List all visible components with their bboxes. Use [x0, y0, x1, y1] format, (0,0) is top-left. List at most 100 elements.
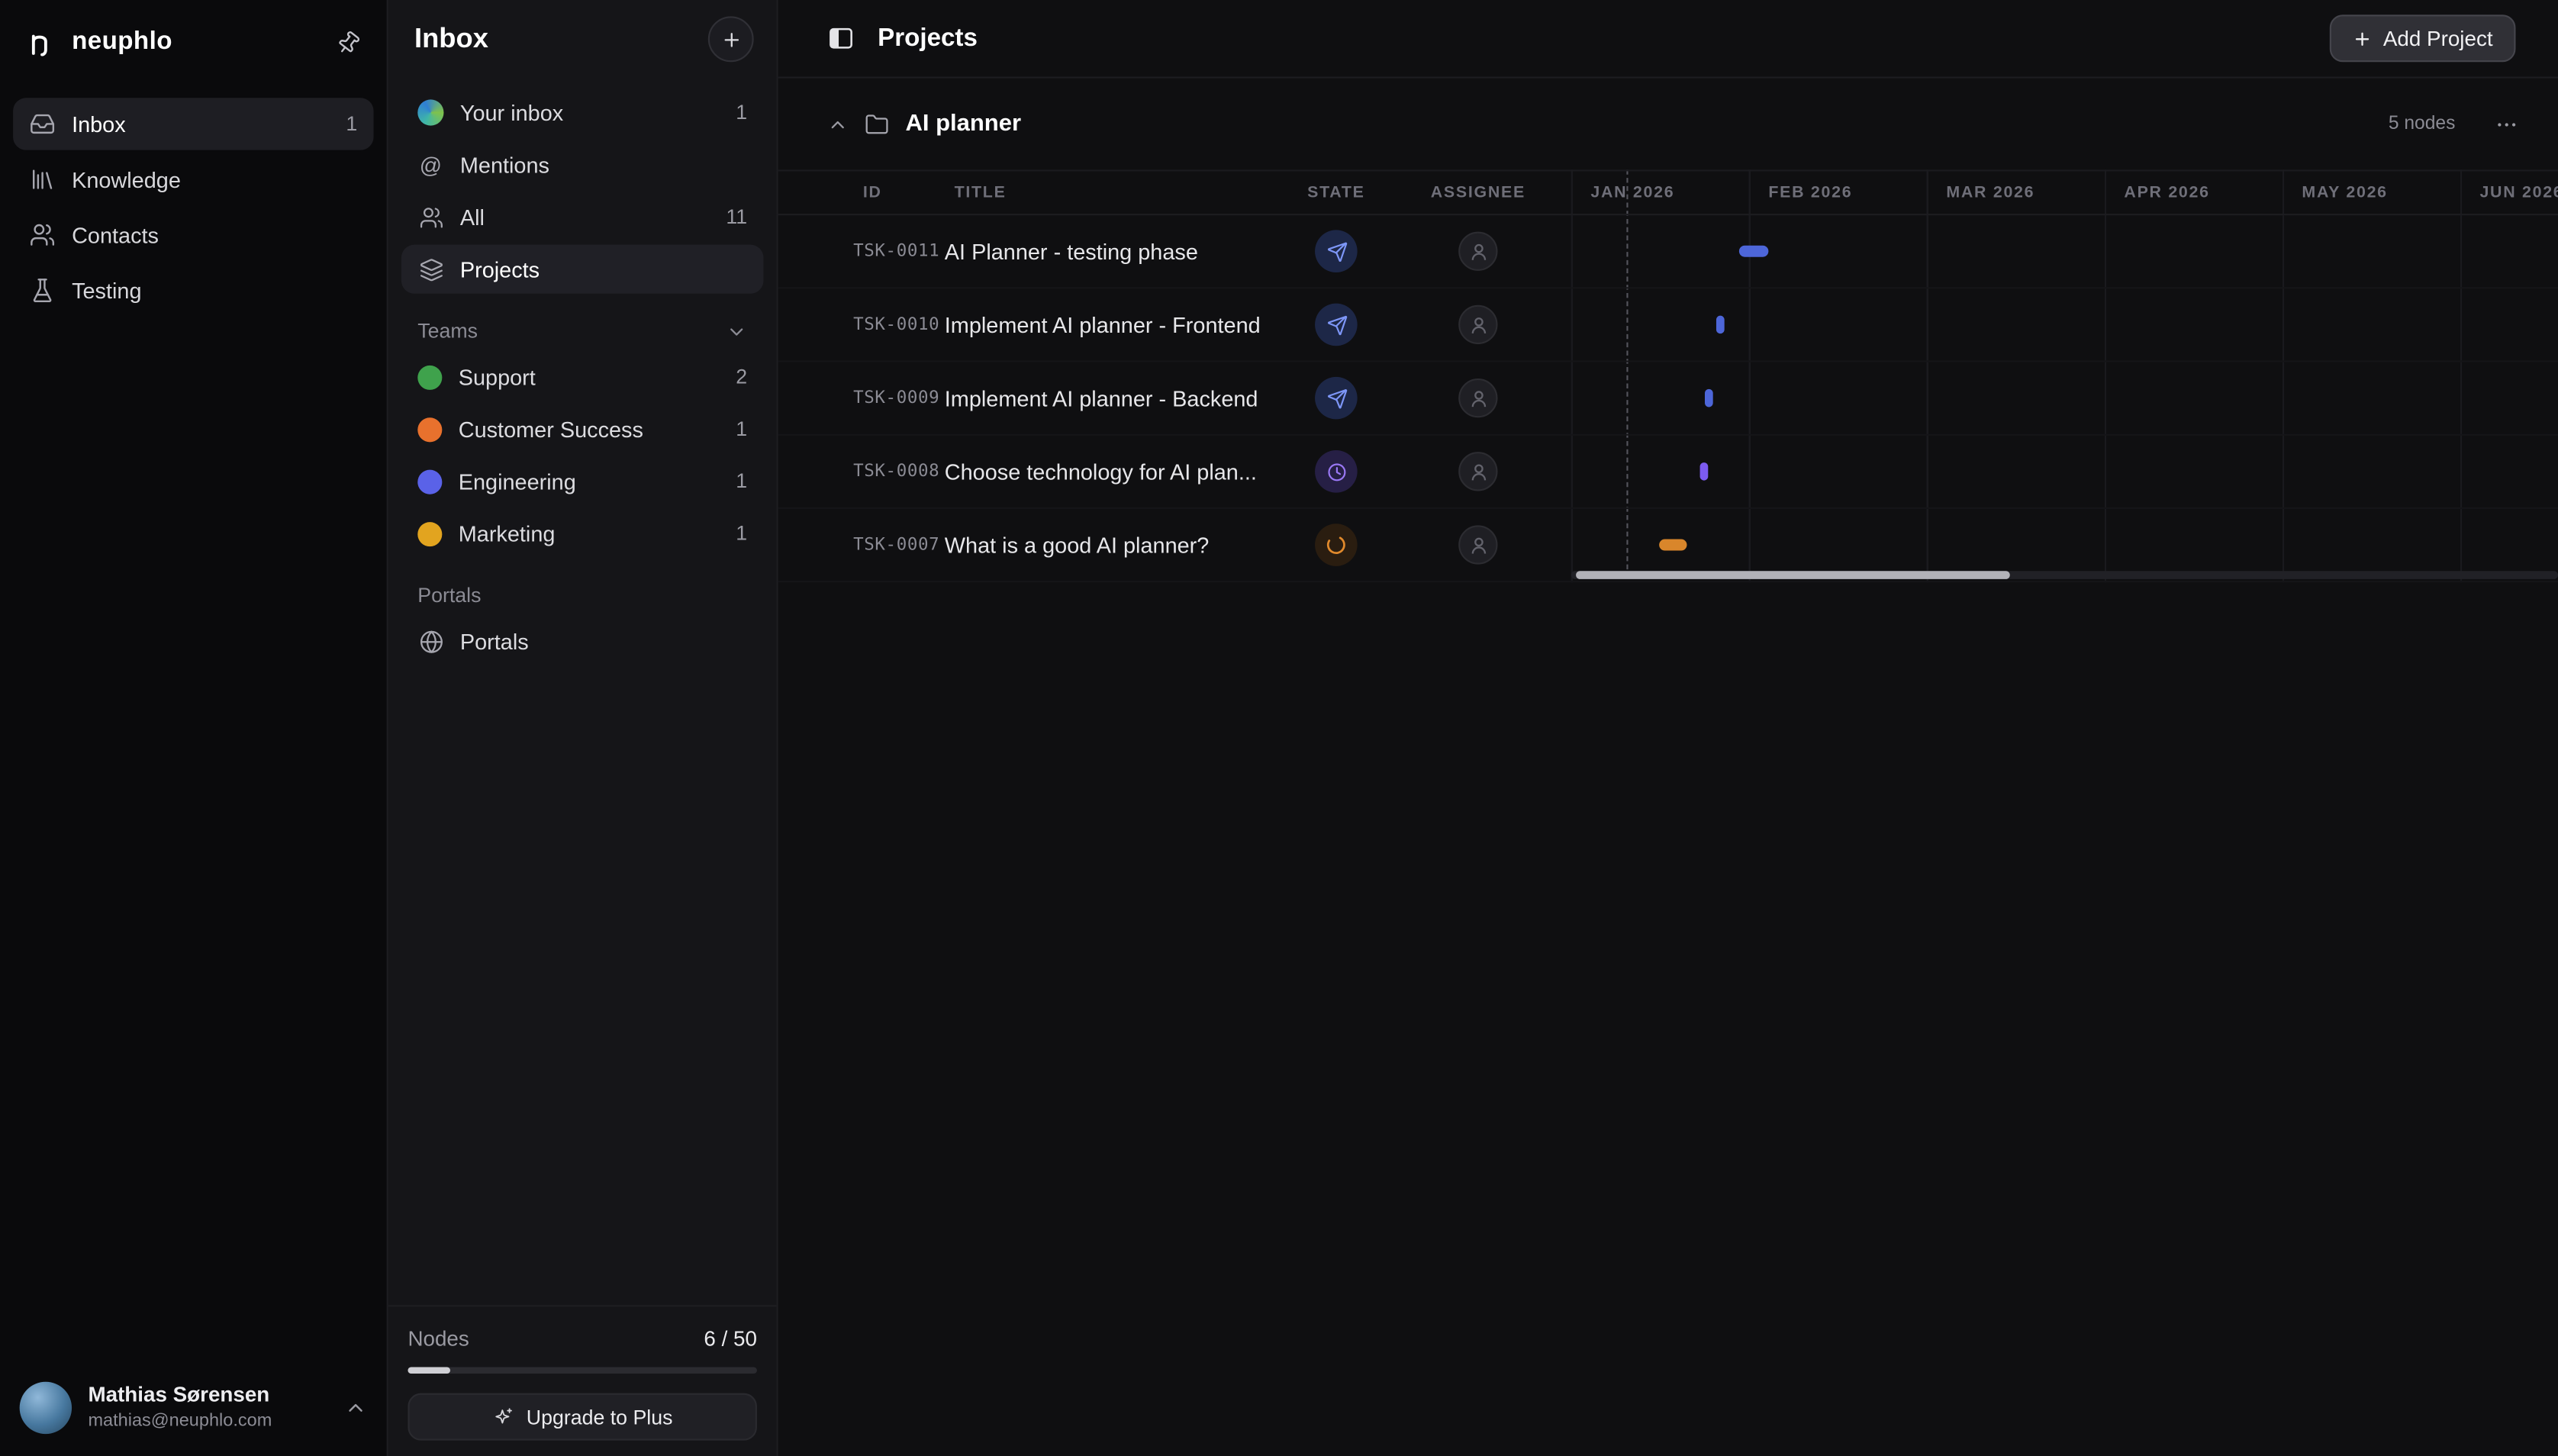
- layers-icon: [417, 256, 443, 282]
- primary-sidebar: neuphlo Inbox 1 Knowledge Contacts Testi…: [0, 0, 387, 1456]
- project-group-name: AI planner: [905, 111, 1022, 137]
- team-color-dot: [417, 521, 443, 546]
- nav-item-label: Knowledge: [72, 167, 181, 192]
- teams-section-header[interactable]: Teams: [388, 294, 777, 353]
- panel-item-your-inbox[interactable]: Your inbox 1: [401, 88, 764, 137]
- inbox-panel: Inbox Your inbox 1 @ Mentions All 11 Pro…: [386, 0, 778, 1456]
- column-header-id: ID: [862, 183, 882, 202]
- task-title: AI Planner - testing phase: [944, 239, 1198, 264]
- collapse-chevron-icon[interactable]: [827, 114, 849, 135]
- add-button[interactable]: [707, 16, 754, 63]
- at-sign-icon: @: [419, 152, 443, 177]
- gantt-bar[interactable]: [1738, 245, 1769, 257]
- team-item-marketing[interactable]: Marketing 1: [401, 509, 764, 558]
- nav-item-contacts[interactable]: Contacts: [13, 209, 373, 261]
- assignee-avatar[interactable]: [1458, 378, 1498, 418]
- table-row[interactable]: TSK-0009 Implement AI planner - Backend: [778, 362, 2558, 436]
- upgrade-button[interactable]: Upgrade to Plus: [408, 1393, 757, 1441]
- state-scheduled-icon[interactable]: [1315, 450, 1358, 493]
- nav-item-label: Contacts: [72, 222, 159, 247]
- timeline-cell: [1571, 436, 2558, 507]
- month-label: MAR 2026: [1946, 183, 2035, 202]
- team-item-engineering[interactable]: Engineering 1: [401, 457, 764, 506]
- task-id: TSK-0008: [853, 461, 940, 482]
- pin-sidebar-icon[interactable]: [331, 25, 366, 60]
- month-label: JAN 2026: [1590, 183, 1675, 202]
- inbox-icon: [29, 111, 55, 137]
- state-in-progress-icon[interactable]: [1315, 523, 1358, 566]
- table-row[interactable]: TSK-0011 AI Planner - testing phase: [778, 215, 2558, 289]
- users-icon: [417, 204, 443, 230]
- nav-item-badge: 1: [346, 112, 358, 136]
- user-footer[interactable]: Mathias Sørensen mathias@neuphlo.com: [0, 1365, 387, 1456]
- h-scrollbar-track[interactable]: [1571, 571, 2558, 579]
- more-options-icon[interactable]: [2495, 111, 2519, 136]
- gantt-bar[interactable]: [1659, 539, 1687, 551]
- nav-item-label: Testing: [72, 278, 142, 303]
- sidebar-toggle-icon[interactable]: [827, 24, 855, 52]
- contacts-icon: [29, 222, 55, 248]
- folder-icon: [865, 111, 889, 136]
- page-title: Projects: [878, 23, 978, 52]
- add-project-button[interactable]: Add Project: [2329, 14, 2516, 63]
- panel-title: Inbox: [414, 22, 488, 54]
- state-sent-icon[interactable]: [1315, 230, 1358, 273]
- month-label: FEB 2026: [1768, 183, 1853, 202]
- panel-item-mentions[interactable]: @ Mentions: [401, 140, 764, 189]
- plus-icon: [2352, 28, 2372, 48]
- state-sent-icon[interactable]: [1315, 303, 1358, 346]
- globe-icon: [417, 628, 443, 654]
- your-inbox-avatar-icon: [417, 99, 444, 126]
- knowledge-icon: [29, 166, 55, 192]
- chevron-down-icon[interactable]: [726, 321, 747, 342]
- gantt-bar[interactable]: [1705, 388, 1713, 407]
- portal-item-portals[interactable]: Portals: [401, 617, 764, 665]
- table-row[interactable]: TSK-0010 Implement AI planner - Frontend: [778, 288, 2558, 362]
- month-label: APR 2026: [2124, 183, 2210, 202]
- assignee-avatar[interactable]: [1458, 231, 1498, 271]
- usage-footer: Nodes 6 / 50 Upgrade to Plus: [388, 1305, 777, 1456]
- column-header-state: STATE: [1307, 183, 1365, 202]
- nodes-label: Nodes: [408, 1326, 469, 1351]
- team-color-dot: [417, 469, 443, 494]
- team-item-support[interactable]: Support 2: [401, 353, 764, 401]
- portals-list: Portals: [388, 617, 777, 665]
- chevron-up-icon[interactable]: [344, 1396, 367, 1419]
- timeline-cell: [1571, 509, 2558, 581]
- team-item-customer-success[interactable]: Customer Success 1: [401, 404, 764, 453]
- table-row[interactable]: TSK-0008 Choose technology for AI plan..…: [778, 436, 2558, 509]
- timeline-cell: [1571, 288, 2558, 360]
- nodes-progress-track: [408, 1367, 757, 1374]
- team-color-dot: [417, 417, 443, 442]
- panel-item-all[interactable]: All 11: [401, 192, 764, 241]
- testing-flask-icon: [29, 277, 55, 303]
- timeline-cell: [1571, 215, 2558, 287]
- gantt-bar[interactable]: [1699, 462, 1709, 481]
- assignee-avatar[interactable]: [1458, 304, 1498, 345]
- task-title: Implement AI planner - Backend: [944, 385, 1258, 411]
- team-color-dot: [417, 364, 443, 389]
- user-name: Mathias Sørensen: [88, 1382, 270, 1407]
- nav-item-knowledge[interactable]: Knowledge: [13, 153, 373, 205]
- panel-item-projects[interactable]: Projects: [401, 244, 764, 294]
- brand-header: neuphlo: [0, 0, 387, 85]
- app-window: neuphlo Inbox 1 Knowledge Contacts Testi…: [0, 0, 2558, 1456]
- project-group-header: AI planner 5 nodes: [778, 79, 2558, 170]
- nav-item-inbox[interactable]: Inbox 1: [13, 98, 374, 150]
- column-header-title: TITLE: [954, 183, 1007, 202]
- brand-name: neuphlo: [72, 27, 172, 56]
- gantt-board: ID TITLE STATE ASSIGNEE JAN 2026 FEB 202…: [778, 169, 2558, 583]
- task-title: Implement AI planner - Frontend: [944, 312, 1261, 337]
- teams-list: Support 2 Customer Success 1 Engineering…: [388, 353, 777, 558]
- topbar: Projects Add Project: [778, 0, 2558, 79]
- assignee-avatar[interactable]: [1458, 525, 1498, 565]
- user-avatar[interactable]: [19, 1381, 72, 1435]
- nav-item-testing[interactable]: Testing: [13, 264, 373, 316]
- node-count: 5 nodes: [2388, 114, 2456, 134]
- task-title: What is a good AI planner?: [944, 532, 1210, 558]
- primary-nav: Inbox 1 Knowledge Contacts Testing: [0, 85, 387, 330]
- state-sent-icon[interactable]: [1315, 376, 1358, 420]
- gantt-bar[interactable]: [1716, 315, 1725, 334]
- assignee-avatar[interactable]: [1458, 452, 1498, 491]
- h-scrollbar-thumb[interactable]: [1576, 571, 2010, 579]
